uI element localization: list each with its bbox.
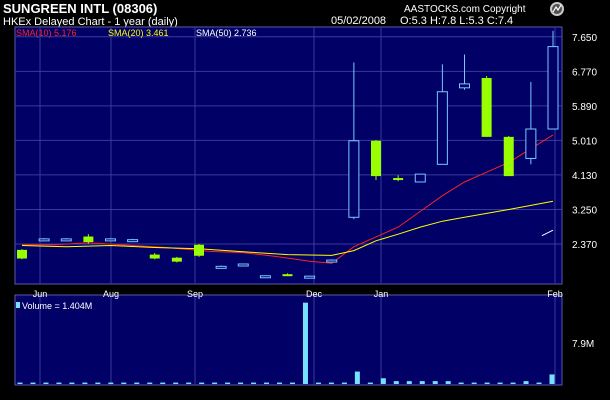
legend-item: SMA(20) 3.461 (108, 28, 169, 38)
volume-bar (458, 382, 464, 384)
candle (171, 256, 182, 263)
volume-bar (199, 382, 205, 384)
x-tick-label: Sep (187, 289, 203, 299)
volume-legend-swatch (16, 302, 20, 308)
stock-chart: SUNGREEN INTL (08306) HKEx Delayed Chart… (0, 0, 610, 400)
candle (259, 275, 271, 279)
volume-bar (212, 382, 218, 384)
x-tick-label: Jun (33, 289, 48, 299)
volume-legend-label: Volume = 1.404M (22, 301, 92, 311)
volume-bar (510, 382, 516, 384)
volume-bar (354, 371, 360, 384)
volume-bar (251, 382, 257, 384)
volume-bar (328, 382, 334, 384)
volume-bar (173, 382, 179, 384)
volume-bar (82, 382, 88, 384)
volume-bar (147, 382, 153, 384)
volume-bar (95, 382, 101, 384)
aastocks-logo-icon (550, 2, 564, 16)
volume-bar (302, 302, 308, 384)
volume-bar (69, 382, 75, 384)
volume-bar (17, 382, 23, 384)
volume-tick-label: 7.9M (572, 339, 594, 350)
quote-ohlc: O:5.3 H:7.8 L:5.3 C:7.4 (400, 15, 513, 27)
volume-bar (367, 382, 373, 384)
candle (17, 249, 27, 260)
candle (105, 238, 116, 242)
x-tick-label: Aug (103, 289, 119, 299)
volume-bar (341, 382, 347, 384)
candle (503, 136, 514, 177)
volume-bar (264, 382, 270, 384)
candle (371, 140, 381, 181)
candle (215, 265, 227, 269)
x-tick-label: Jan (374, 289, 389, 299)
legend-item: SMA(50) 2.736 (196, 28, 257, 38)
volume-bar (315, 382, 321, 384)
volume-bar (432, 381, 438, 384)
volume-bar (484, 382, 490, 384)
legend-item: SMA(10) 5.176 (16, 28, 77, 38)
volume-bar (536, 382, 542, 384)
volume-bar (121, 382, 127, 384)
candle (326, 259, 338, 263)
candle (127, 238, 139, 243)
candle (60, 238, 72, 242)
y-tick-label: 3.250 (572, 205, 597, 216)
quote-date: 05/02/2008 (331, 15, 386, 27)
candle (38, 238, 50, 242)
volume-bar (289, 382, 295, 384)
volume-bar (445, 381, 451, 384)
legend: SMA(10) 5.176 SMA(20) 3.461 SMA(50) 2.736 (16, 28, 257, 38)
volume-bar (186, 382, 192, 384)
x-tick-label: Dec (306, 289, 323, 299)
candle (481, 76, 492, 137)
candle (194, 243, 204, 257)
volume-bar (43, 382, 49, 384)
y-tick-label: 2.370 (572, 240, 597, 251)
x-tick-label: Feb (547, 289, 563, 299)
candle (237, 263, 249, 267)
copyright-text: AASTOCKS.com Copyright (404, 4, 526, 15)
volume-bar (108, 382, 114, 384)
candle (414, 173, 426, 183)
volume-panel (14, 294, 563, 386)
candle (304, 275, 316, 279)
volume-bar (238, 382, 244, 384)
chart-title: SUNGREEN INTL (08306) (3, 1, 157, 16)
volume-bar (380, 378, 386, 384)
volume-bar (393, 381, 399, 384)
chart-subtitle: HKEx Delayed Chart - 1 year (daily) (3, 16, 178, 28)
y-tick-label: 5.890 (572, 102, 597, 113)
volume-bar (549, 374, 555, 384)
volume-bar (134, 382, 140, 384)
volume-bar (406, 381, 412, 384)
volume-bar (56, 382, 62, 384)
volume-bar (30, 382, 36, 384)
volume-bar (419, 381, 425, 384)
volume-bar (523, 381, 529, 384)
y-tick-label: 6.770 (572, 67, 597, 78)
volume-bar (497, 382, 503, 384)
volume-bar (160, 382, 166, 384)
volume-bar (471, 382, 477, 384)
volume-bar (225, 382, 231, 384)
y-tick-label: 4.130 (572, 171, 597, 182)
y-tick-label: 5.010 (572, 136, 597, 147)
y-tick-label: 7.650 (572, 33, 597, 44)
volume-bar (277, 382, 283, 384)
